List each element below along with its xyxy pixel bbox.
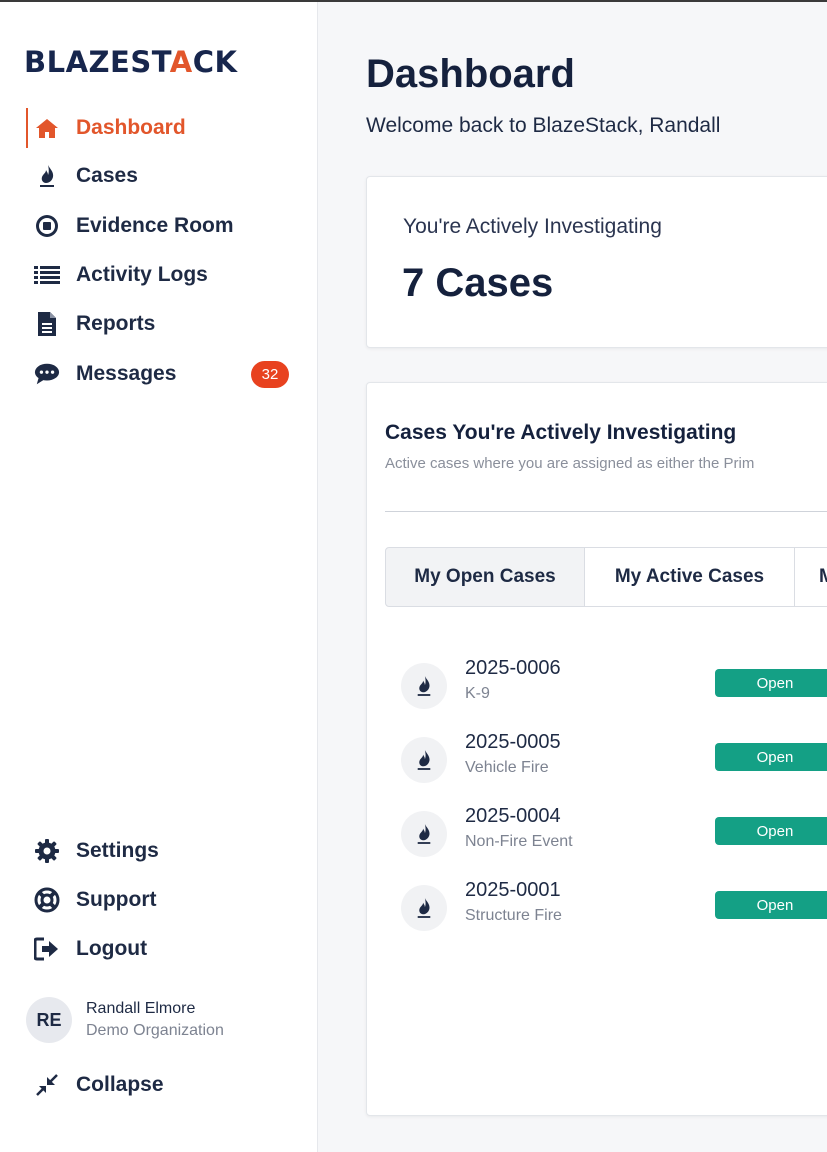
case-type: Structure Fire bbox=[465, 907, 562, 924]
user-name: Randall Elmore bbox=[86, 1000, 196, 1017]
flame-icon bbox=[401, 885, 447, 931]
nav-item-label: Settings bbox=[76, 839, 159, 862]
document-icon bbox=[34, 311, 60, 337]
card-title: Cases You're Actively Investigating bbox=[385, 421, 737, 444]
status-badge: Open bbox=[715, 743, 827, 771]
page-title: Dashboard bbox=[366, 52, 575, 96]
brand-logo[interactable]: BLAZESTACK bbox=[24, 42, 238, 82]
case-row[interactable]: 2025-0004 Non-Fire Event Open bbox=[401, 805, 827, 865]
summary-value: 7 Cases bbox=[402, 261, 554, 305]
lifebuoy-icon bbox=[34, 887, 60, 913]
status-badge: Open bbox=[715, 891, 827, 919]
case-number: 2025-0001 bbox=[465, 879, 561, 901]
nav-item-messages[interactable]: Messages 32 bbox=[26, 354, 296, 394]
gear-icon bbox=[34, 838, 60, 864]
stop-circle-icon bbox=[34, 213, 60, 239]
nav-item-reports[interactable]: Reports bbox=[26, 304, 296, 344]
case-number: 2025-0005 bbox=[465, 731, 561, 753]
nav-item-label: Dashboard bbox=[76, 116, 186, 139]
nav-item-cases[interactable]: Cases bbox=[26, 156, 296, 196]
sidebar: BLAZESTACK Dashboard Cases Evidence Room… bbox=[0, 2, 318, 1152]
case-type: Non-Fire Event bbox=[465, 833, 573, 850]
case-row[interactable]: 2025-0006 K-9 Open bbox=[401, 657, 827, 717]
case-row[interactable]: 2025-0005 Vehicle Fire Open bbox=[401, 731, 827, 791]
collapse-label: Collapse bbox=[76, 1073, 164, 1096]
active-cases-summary-card: You're Actively Investigating 7 Cases bbox=[366, 176, 827, 348]
collapse-arrows-icon bbox=[34, 1072, 60, 1098]
tab-my-active-cases[interactable]: My Active Cases bbox=[585, 547, 795, 607]
nav-item-label: Activity Logs bbox=[76, 263, 208, 286]
active-cases-card: Cases You're Actively Investigating Acti… bbox=[366, 382, 827, 1116]
nav-item-activity-logs[interactable]: Activity Logs bbox=[26, 255, 296, 295]
collapse-sidebar-button[interactable]: Collapse bbox=[26, 1065, 296, 1105]
flame-icon bbox=[401, 737, 447, 783]
nav-item-label: Messages bbox=[76, 362, 177, 385]
list-icon bbox=[34, 262, 60, 288]
case-row[interactable]: 2025-0001 Structure Fire Open bbox=[401, 879, 827, 939]
home-icon bbox=[34, 115, 60, 141]
nav-item-logout[interactable]: Logout bbox=[26, 929, 296, 969]
logout-icon bbox=[34, 936, 60, 962]
flame-icon bbox=[401, 663, 447, 709]
page-subtitle: Welcome back to BlazeStack, Randall bbox=[366, 114, 721, 137]
case-number: 2025-0004 bbox=[465, 805, 561, 827]
card-description: Active cases where you are assigned as e… bbox=[385, 455, 755, 472]
nav-item-evidence-room[interactable]: Evidence Room bbox=[26, 206, 296, 246]
messages-count-badge: 32 bbox=[251, 361, 289, 388]
status-badge: Open bbox=[715, 817, 827, 845]
summary-label: You're Actively Investigating bbox=[403, 215, 662, 238]
flame-icon bbox=[401, 811, 447, 857]
avatar: RE bbox=[26, 997, 72, 1043]
nav-item-label: Reports bbox=[76, 312, 156, 335]
chat-icon bbox=[34, 361, 60, 387]
case-type: K-9 bbox=[465, 685, 490, 702]
tab-partial[interactable]: M bbox=[795, 547, 827, 607]
status-badge: Open bbox=[715, 669, 827, 697]
nav-item-label: Logout bbox=[76, 937, 148, 960]
nav-item-label: Evidence Room bbox=[76, 214, 234, 237]
nav-item-dashboard[interactable]: Dashboard bbox=[26, 108, 296, 148]
user-profile[interactable]: RE Randall Elmore Demo Organization bbox=[26, 994, 306, 1046]
case-number: 2025-0006 bbox=[465, 657, 561, 679]
user-organization: Demo Organization bbox=[86, 1022, 224, 1039]
nav-item-settings[interactable]: Settings bbox=[26, 831, 296, 871]
nav-item-support[interactable]: Support bbox=[26, 880, 296, 920]
flame-icon bbox=[34, 163, 60, 189]
nav-item-label: Cases bbox=[76, 164, 138, 187]
divider bbox=[385, 511, 827, 512]
tab-my-open-cases[interactable]: My Open Cases bbox=[385, 547, 585, 607]
nav-item-label: Support bbox=[76, 888, 157, 911]
case-tabs: My Open Cases My Active Cases M bbox=[385, 547, 827, 607]
case-type: Vehicle Fire bbox=[465, 759, 549, 776]
